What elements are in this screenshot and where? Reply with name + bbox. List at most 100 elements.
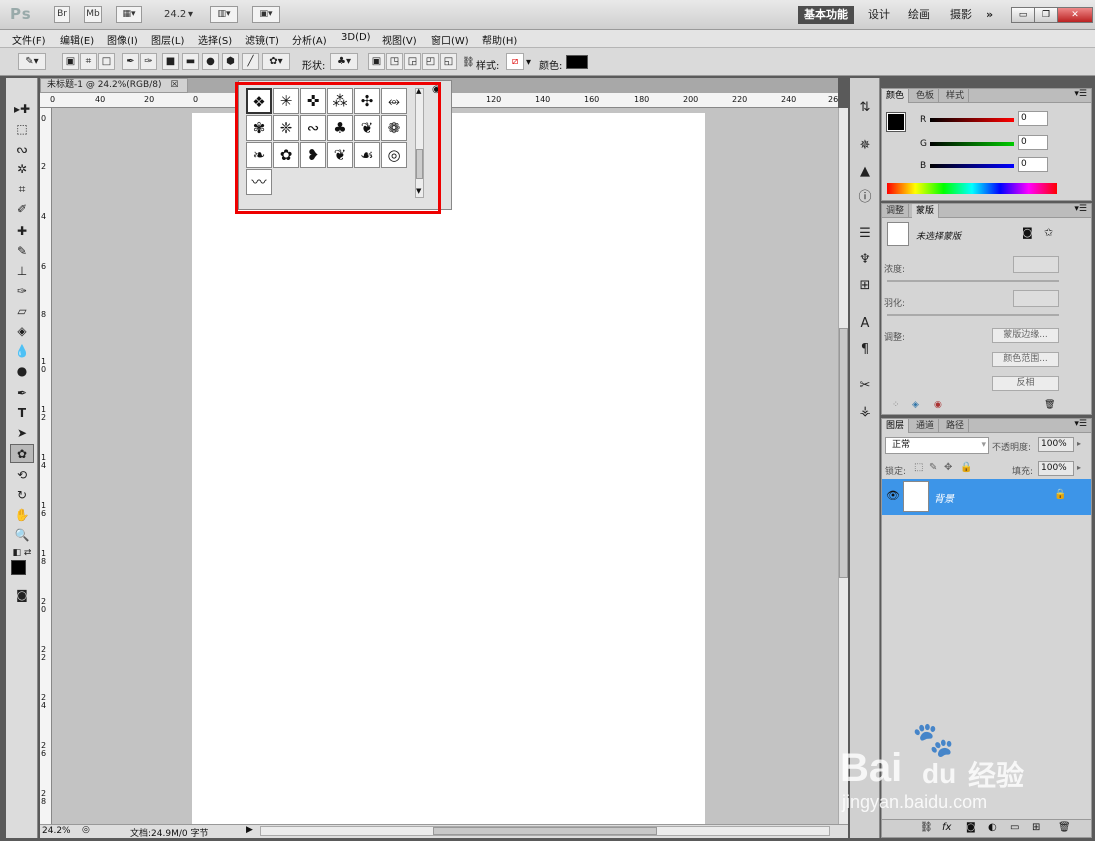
- feather-slider[interactable]: [887, 314, 1059, 316]
- link-icon[interactable]: ⛓: [462, 57, 475, 68]
- blend-mode-select[interactable]: 正常 ▾: [885, 437, 989, 454]
- document-canvas[interactable]: [192, 113, 705, 824]
- lock-all-icon[interactable]: 🔒: [960, 462, 972, 473]
- intersect-mode-icon[interactable]: ◰: [422, 53, 439, 70]
- layer-row-background[interactable]: 👁 背景 🔒: [882, 479, 1091, 515]
- adjustment-layer-icon[interactable]: ◐: [988, 822, 997, 833]
- clone-source-panel-icon[interactable]: ♆: [855, 250, 875, 270]
- r-value[interactable]: 0: [1018, 111, 1048, 126]
- freeform-pen-icon[interactable]: ✑: [140, 53, 157, 70]
- lasso-tool-icon[interactable]: ᔓ: [10, 140, 34, 159]
- navigator-panel-icon[interactable]: ✵: [855, 136, 875, 156]
- mini-bridge-button[interactable]: Mb: [84, 6, 102, 23]
- menu-3d[interactable]: 3D(D): [341, 32, 371, 43]
- eye-icon[interactable]: 👁: [886, 489, 900, 502]
- panel-menu-icon[interactable]: ▾☰: [1074, 419, 1087, 429]
- feather-field[interactable]: [1013, 290, 1059, 307]
- color-range-button[interactable]: 颜色范围...: [992, 352, 1059, 367]
- menu-file[interactable]: 文件(F): [12, 32, 46, 47]
- new-group-icon[interactable]: ▭: [1010, 822, 1019, 833]
- restore-button[interactable]: ❐: [1034, 7, 1058, 23]
- opacity-value[interactable]: 100%: [1038, 437, 1074, 452]
- new-layer-mode-icon[interactable]: ▣: [368, 53, 385, 70]
- apply-mask-icon[interactable]: ◉: [934, 400, 942, 410]
- fg-color-swatch[interactable]: [886, 112, 906, 132]
- scroll-thumb[interactable]: [839, 328, 848, 578]
- panel-menu-icon[interactable]: ▾☰: [1074, 89, 1087, 99]
- add-mode-icon[interactable]: ◳: [386, 53, 403, 70]
- close-button[interactable]: ✕: [1057, 7, 1093, 23]
- delete-mask-icon[interactable]: 🗑: [1044, 400, 1055, 410]
- more-workspaces-button[interactable]: »: [980, 6, 999, 24]
- panel-menu-icon[interactable]: ▾☰: [1074, 204, 1087, 214]
- link-layers-icon[interactable]: ⛓: [920, 822, 933, 833]
- crop-tool-icon[interactable]: ⌗: [10, 180, 34, 199]
- tab-adjustments[interactable]: 调整: [882, 204, 910, 218]
- workspace-essentials[interactable]: 基本功能: [798, 6, 854, 24]
- menu-select[interactable]: 选择(S): [198, 32, 232, 47]
- tab-color[interactable]: 颜色: [882, 89, 910, 103]
- close-tab-icon[interactable]: ☒: [170, 80, 178, 90]
- style-dropdown-icon[interactable]: ▾: [526, 57, 531, 68]
- shape-layers-icon[interactable]: ▣: [62, 53, 79, 70]
- tab-paths[interactable]: 路径: [942, 419, 970, 433]
- paths-icon[interactable]: ⌗: [80, 53, 97, 70]
- move-tool-icon[interactable]: ▸✚: [10, 100, 34, 119]
- pen-tool-icon[interactable]: ✒: [10, 384, 34, 403]
- workspace-photography[interactable]: 摄影: [944, 6, 978, 24]
- type-tool-icon[interactable]: T: [10, 404, 34, 423]
- brush-tool-icon[interactable]: ✎: [10, 242, 34, 261]
- layer-name[interactable]: 背景: [934, 490, 954, 505]
- pixel-mask-icon[interactable]: ◙: [1022, 226, 1033, 239]
- density-slider[interactable]: [887, 280, 1059, 282]
- tab-styles[interactable]: 样式: [942, 89, 970, 103]
- pen-tool-icon[interactable]: ✒: [122, 53, 139, 70]
- h-scroll-thumb[interactable]: [433, 827, 657, 835]
- paragraph-panel-icon[interactable]: ¶: [855, 340, 875, 360]
- b-slider[interactable]: [930, 164, 1014, 168]
- g-slider[interactable]: [930, 142, 1014, 146]
- document-tab[interactable]: 未标题-1 @ 24.2%(RGB/8) ☒: [40, 78, 188, 93]
- add-mask-icon[interactable]: ◙: [966, 822, 976, 833]
- arrange-documents-button[interactable]: ▥▾: [210, 6, 238, 23]
- menu-window[interactable]: 窗口(W): [431, 32, 469, 47]
- screen-mode-button[interactable]: ▣▾: [252, 6, 280, 23]
- eraser-tool-icon[interactable]: ▱: [10, 302, 34, 321]
- tool-presets-panel-icon[interactable]: ⊞: [855, 276, 875, 296]
- menu-layer[interactable]: 图层(L): [151, 32, 184, 47]
- tab-masks[interactable]: 蒙版: [912, 204, 940, 218]
- healing-brush-tool-icon[interactable]: ✚: [10, 222, 34, 241]
- dodge-tool-icon[interactable]: ●: [10, 362, 34, 381]
- brushes-panel-icon[interactable]: ☰: [855, 224, 875, 244]
- zoom-level[interactable]: 24.2: [164, 9, 186, 20]
- tool-preset-picker[interactable]: ✎▾: [18, 53, 46, 70]
- horizontal-scrollbar[interactable]: [260, 826, 830, 836]
- minimize-button[interactable]: ▭: [1011, 7, 1035, 23]
- mask-edge-button[interactable]: 蒙版边缘...: [992, 328, 1059, 343]
- density-field[interactable]: [1013, 256, 1059, 273]
- marquee-tool-icon[interactable]: ⬚: [10, 120, 34, 139]
- workspace-design[interactable]: 设计: [862, 6, 896, 24]
- polygon-icon[interactable]: ⬢: [222, 53, 239, 70]
- custom-shape-icon[interactable]: ✿▾: [262, 53, 290, 70]
- color-swatch[interactable]: [566, 55, 588, 69]
- ellipse-icon[interactable]: ●: [202, 53, 219, 70]
- 3d-panel-icon[interactable]: ⚶: [855, 402, 875, 422]
- r-slider[interactable]: [930, 118, 1014, 122]
- line-icon[interactable]: ╱: [242, 53, 259, 70]
- character-panel-icon[interactable]: A: [855, 314, 875, 334]
- style-swatch[interactable]: ⧄: [506, 53, 524, 70]
- vertical-scrollbar[interactable]: [838, 108, 848, 824]
- tab-channels[interactable]: 通道: [912, 419, 940, 433]
- subtract-mode-icon[interactable]: ◲: [404, 53, 421, 70]
- shape-picker-dropdown[interactable]: ♣▾: [330, 53, 358, 70]
- 3d-rotate-tool-icon[interactable]: ⟲: [10, 466, 34, 485]
- menu-analysis[interactable]: 分析(A): [292, 32, 327, 47]
- fill-value[interactable]: 100%: [1038, 461, 1074, 476]
- menu-view[interactable]: 视图(V): [382, 32, 417, 47]
- hand-tool-icon[interactable]: ✋: [10, 506, 34, 525]
- history-brush-tool-icon[interactable]: ✑: [10, 282, 34, 301]
- rounded-rectangle-icon[interactable]: ▬: [182, 53, 199, 70]
- eyedropper-tool-icon[interactable]: ✐: [10, 200, 34, 219]
- info-panel-icon[interactable]: ⓘ: [855, 188, 875, 208]
